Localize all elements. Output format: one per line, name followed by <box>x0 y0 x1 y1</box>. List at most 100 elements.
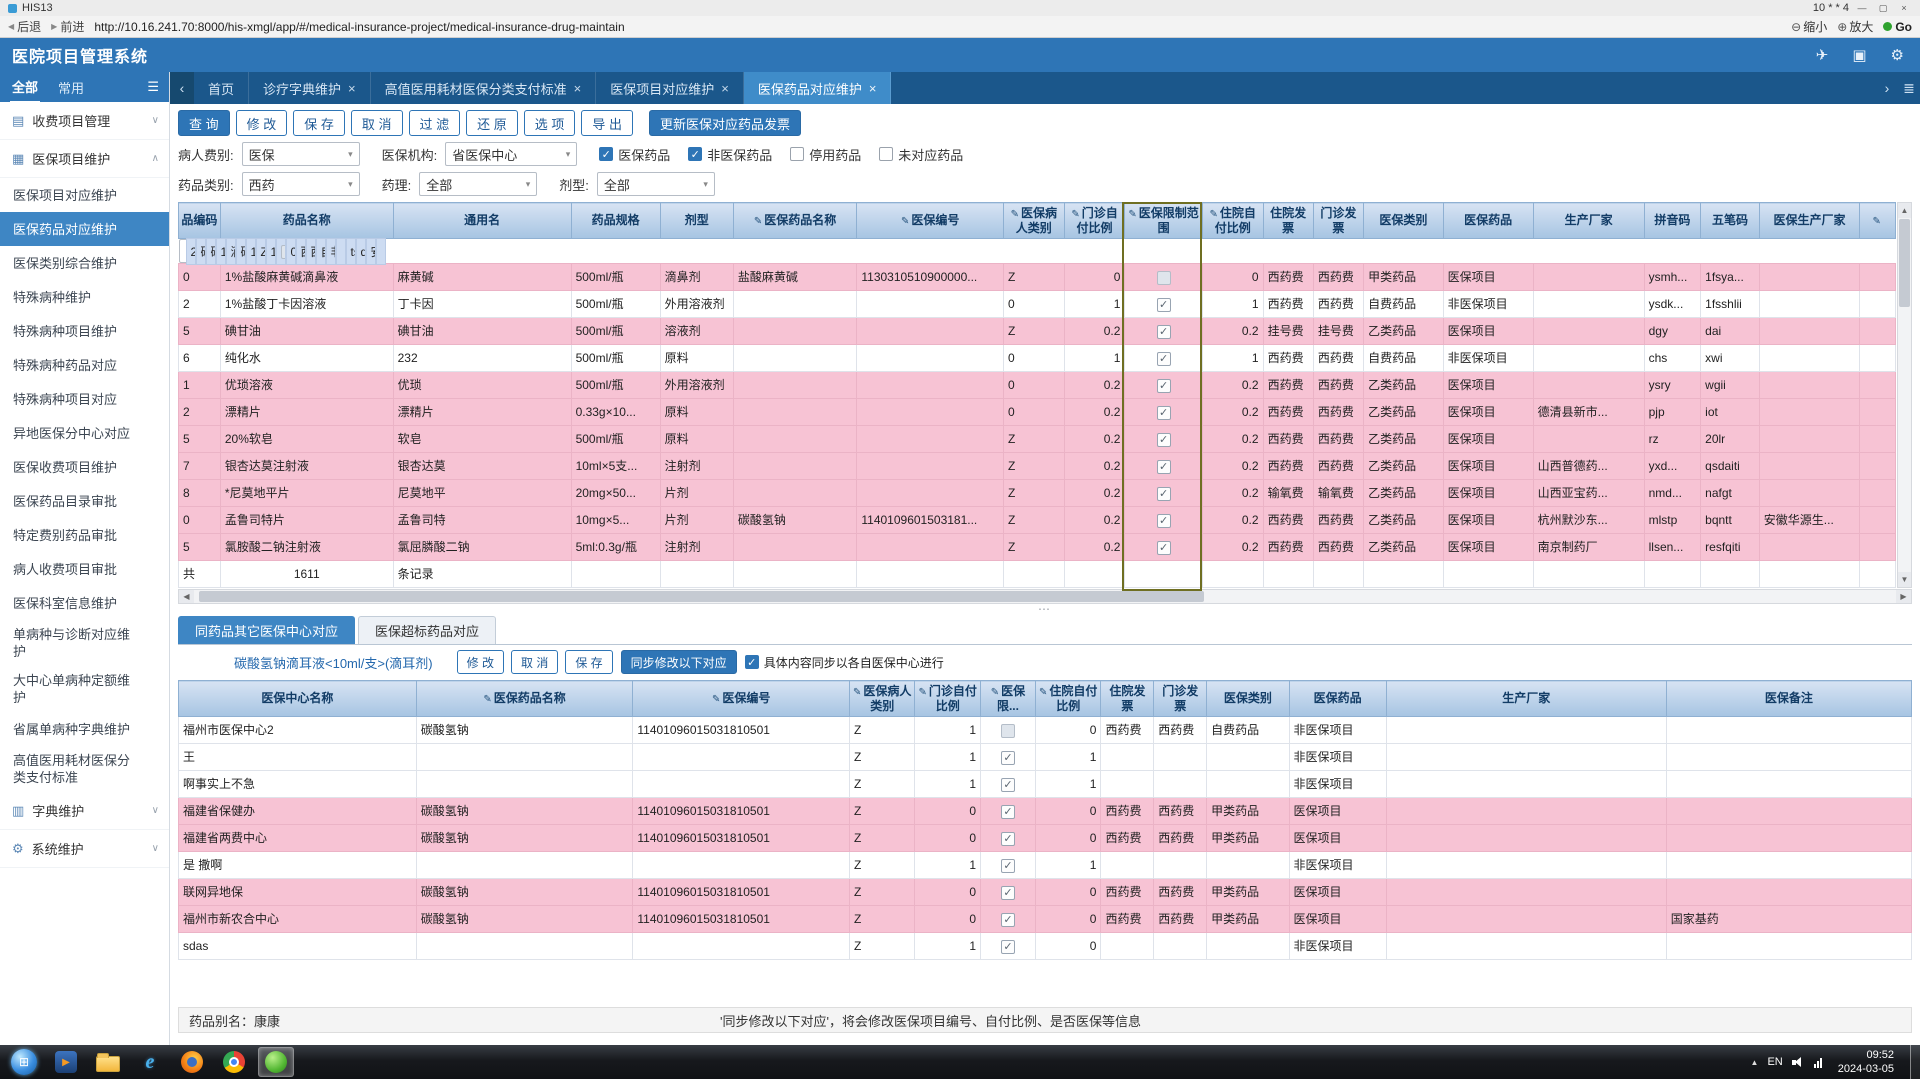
cell[interactable]: 德清县新市... <box>1532 398 1645 426</box>
cell[interactable]: 0.2 <box>1201 425 1264 453</box>
cell[interactable]: 西药费 <box>1153 797 1208 825</box>
table-row[interactable]: 5碘甘油碘甘油500ml/瓶溶液剂Z0.20.2挂号费挂号费乙类药品医保项目dg… <box>178 317 1896 345</box>
cell[interactable] <box>1758 317 1861 345</box>
close-button[interactable]: × <box>1896 3 1912 13</box>
row-checkbox[interactable] <box>1156 486 1171 501</box>
column-header[interactable]: ✎ 医保病人类别 <box>848 680 916 717</box>
cell[interactable]: Z <box>1002 452 1065 480</box>
cell[interactable]: 福州市新农合中心 <box>178 905 417 933</box>
row-checkbox[interactable] <box>1000 912 1015 927</box>
cell[interactable] <box>1124 479 1203 507</box>
cell[interactable]: 溶液剂 <box>659 317 734 345</box>
cell[interactable] <box>1665 878 1913 906</box>
cell[interactable]: 乙类药品 <box>1363 506 1444 534</box>
his-app-icon[interactable] <box>258 1047 294 1077</box>
cell[interactable]: 医保项目 <box>1442 398 1534 426</box>
cell[interactable]: 杭州默沙东... <box>1532 506 1645 534</box>
sidebar-item[interactable]: 病人收费项目审批 <box>0 552 169 586</box>
cell[interactable]: Z <box>1002 317 1065 345</box>
cell[interactable] <box>1859 371 1896 399</box>
tab[interactable]: 医保药品对应维护 × <box>743 72 892 104</box>
table-row[interactable]: 5氯胺酸二钠注射液氯屈膦酸二钠5ml:0.3g/瓶注射剂Z0.20.2西药费西药… <box>178 533 1896 561</box>
start-button[interactable]: ⊞ <box>6 1047 42 1077</box>
cell[interactable]: yxd... <box>1643 452 1702 480</box>
column-header[interactable]: 医保药品 <box>1442 202 1534 239</box>
clock[interactable]: 09:52 2024-03-05 <box>1831 1048 1901 1077</box>
cell[interactable]: 滴鼻剂 <box>659 263 734 291</box>
column-header[interactable]: ✎ 住院自付比例 <box>1034 680 1102 717</box>
cell[interactable]: 0 <box>1002 371 1065 399</box>
cell[interactable] <box>1206 770 1290 798</box>
cell[interactable] <box>632 770 850 798</box>
update-invoice-button[interactable]: 更新医保对应药品发票 <box>649 110 802 136</box>
zoom-in-button[interactable]: ⊕ 放大 <box>1837 18 1873 35</box>
row-checkbox[interactable] <box>1000 939 1015 954</box>
sidebar-item[interactable]: 特殊病种维护 <box>0 280 169 314</box>
cell[interactable]: 西药费 <box>1262 344 1314 372</box>
toolbar-button[interactable]: 还 原 <box>466 110 518 136</box>
cell[interactable]: Z <box>848 770 916 798</box>
cell[interactable]: 0 <box>1002 290 1065 318</box>
tab[interactable]: 诊疗字典维护 × <box>249 72 371 104</box>
column-header[interactable]: ✎ 住院自付比例 <box>1201 202 1264 239</box>
horizontal-scrollbar[interactable]: ◀ ▶ <box>178 589 1912 604</box>
cell[interactable]: dgy <box>1643 317 1702 345</box>
cell[interactable] <box>1665 851 1913 879</box>
cell[interactable]: 西药费 <box>1312 263 1365 291</box>
table-row[interactable]: 王Z11非医保项目 <box>178 743 1913 771</box>
column-header[interactable]: 品编码 <box>178 202 221 239</box>
toolbar-button[interactable]: 导 出 <box>581 110 633 136</box>
filter-checkbox[interactable]: 停用药品 <box>790 145 861 164</box>
cell[interactable]: 20 <box>185 237 196 265</box>
cell[interactable]: 医保项目 <box>1442 479 1534 507</box>
toolbar-button[interactable]: 选 项 <box>523 110 576 136</box>
cell[interactable]: 西药费 <box>1312 398 1365 426</box>
column-header[interactable]: 医保药品 <box>1288 680 1387 717</box>
cell[interactable]: 外用溶液剂 <box>659 290 734 318</box>
cell[interactable]: 甲类药品 <box>1363 263 1444 291</box>
cell[interactable]: 0 <box>914 905 981 933</box>
toolbar-button[interactable]: 修 改 <box>235 110 288 136</box>
tabs-scroll-left-icon[interactable]: ‹ <box>170 72 194 104</box>
cell[interactable]: 医保项目 <box>1288 878 1387 906</box>
cell[interactable] <box>980 878 1036 906</box>
cell[interactable] <box>1758 452 1861 480</box>
column-header[interactable]: 药品名称 <box>219 202 394 239</box>
cell[interactable] <box>1385 716 1667 744</box>
cell[interactable] <box>1100 770 1155 798</box>
cell[interactable] <box>1859 506 1896 534</box>
toolbar-button[interactable]: 查 询 <box>178 110 230 136</box>
cell[interactable]: tsqn... <box>345 237 356 265</box>
cell[interactable]: 1 <box>914 851 981 879</box>
forward-button[interactable]: ▶ 前进 <box>51 18 84 35</box>
table-row[interactable]: 1优琐溶液优琐500ml/瓶外用溶液剂00.20.2西药费西药费乙类药品医保项目… <box>178 371 1896 399</box>
cell[interactable]: 西药费 <box>1100 878 1155 906</box>
cell[interactable] <box>1124 398 1203 426</box>
table-row[interactable]: 福建省两费中心碳酸氢钠11401096015031810501Z00西药费西药费… <box>178 824 1913 852</box>
cell[interactable]: qsdaiti <box>1700 452 1760 480</box>
cell[interactable] <box>1206 743 1290 771</box>
cell[interactable] <box>1124 317 1203 345</box>
cell[interactable]: 0 <box>1002 344 1065 372</box>
cell[interactable]: 1 <box>914 743 981 771</box>
cell[interactable] <box>856 371 1004 399</box>
horizontal-scroll-thumb[interactable] <box>199 591 1204 602</box>
cell[interactable] <box>1758 398 1861 426</box>
cell[interactable]: 银杏达莫注射液 <box>219 452 394 480</box>
cell[interactable]: 5ml:0.3g/瓶 <box>570 533 661 561</box>
row-checkbox[interactable] <box>1156 297 1171 312</box>
cell[interactable] <box>1758 479 1861 507</box>
network-icon[interactable] <box>1813 1056 1822 1068</box>
sidebar-group[interactable]: ▤ 收费项目管理 ∨ <box>0 102 169 140</box>
cell[interactable]: 非医保项目 <box>325 237 336 265</box>
column-header[interactable]: ✎ 医保限... <box>980 680 1036 717</box>
cell[interactable]: 输氧费 <box>1312 479 1365 507</box>
cell[interactable]: 0 <box>1201 263 1264 291</box>
cell[interactable]: 医保项目 <box>1288 824 1387 852</box>
cell[interactable]: 1 <box>1063 290 1126 318</box>
cell[interactable] <box>980 905 1036 933</box>
row-checkbox[interactable] <box>1000 885 1015 900</box>
back-button[interactable]: ◀ 后退 <box>8 18 41 35</box>
cell[interactable]: 氯屈膦酸二钠 <box>392 533 572 561</box>
cell[interactable]: 1 <box>1201 290 1264 318</box>
